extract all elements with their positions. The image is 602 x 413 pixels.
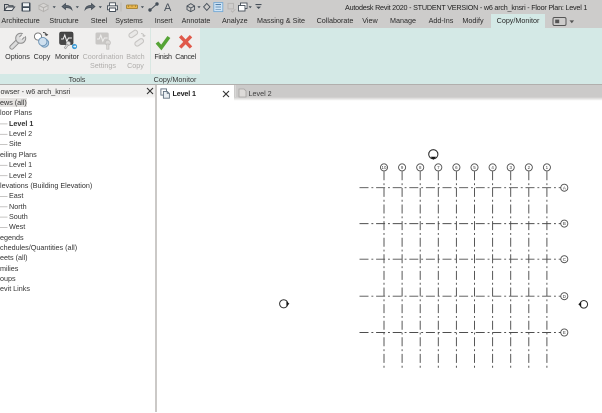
svg-text:C: C (563, 257, 566, 262)
svg-text:D: D (563, 294, 566, 299)
svg-text:E: E (563, 330, 566, 335)
svg-text:B: B (563, 221, 566, 226)
svg-text:A: A (563, 185, 566, 190)
svg-text:10: 10 (382, 165, 387, 170)
